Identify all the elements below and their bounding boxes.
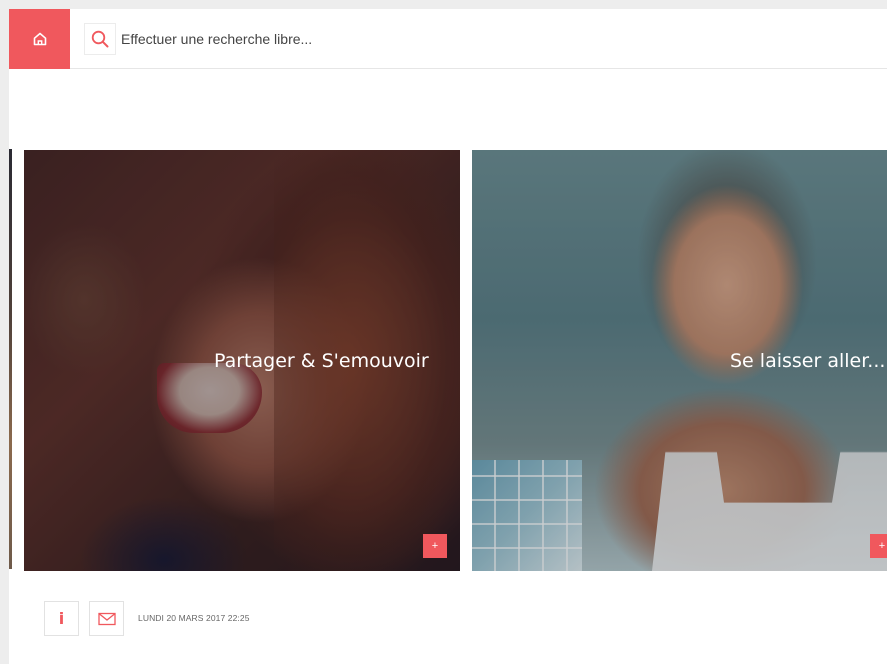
category-card-relax[interactable]: Se laisser aller... +: [472, 150, 887, 571]
home-button[interactable]: [9, 9, 70, 69]
category-card-share[interactable]: Partager & S'emouvoir +: [24, 150, 460, 571]
home-icon: [33, 32, 46, 46]
more-button[interactable]: +: [870, 534, 887, 558]
search-input[interactable]: [121, 27, 721, 51]
search-icon: [91, 30, 109, 48]
more-button[interactable]: +: [423, 534, 447, 558]
mail-icon: [97, 612, 116, 625]
info-icon: i: [58, 609, 65, 628]
mail-button[interactable]: [89, 601, 124, 636]
timestamp: LUNDI 20 MARS 2017 22:25: [138, 613, 250, 623]
previous-card-edge: [9, 149, 12, 569]
search-button[interactable]: [84, 23, 116, 55]
top-bar: [9, 9, 887, 69]
card-title: Se laisser aller...: [730, 350, 886, 372]
app-frame: Partager & S'emouvoir + Se laisser aller…: [9, 9, 887, 664]
card-title: Partager & S'emouvoir: [214, 350, 429, 372]
info-button[interactable]: i: [44, 601, 79, 636]
